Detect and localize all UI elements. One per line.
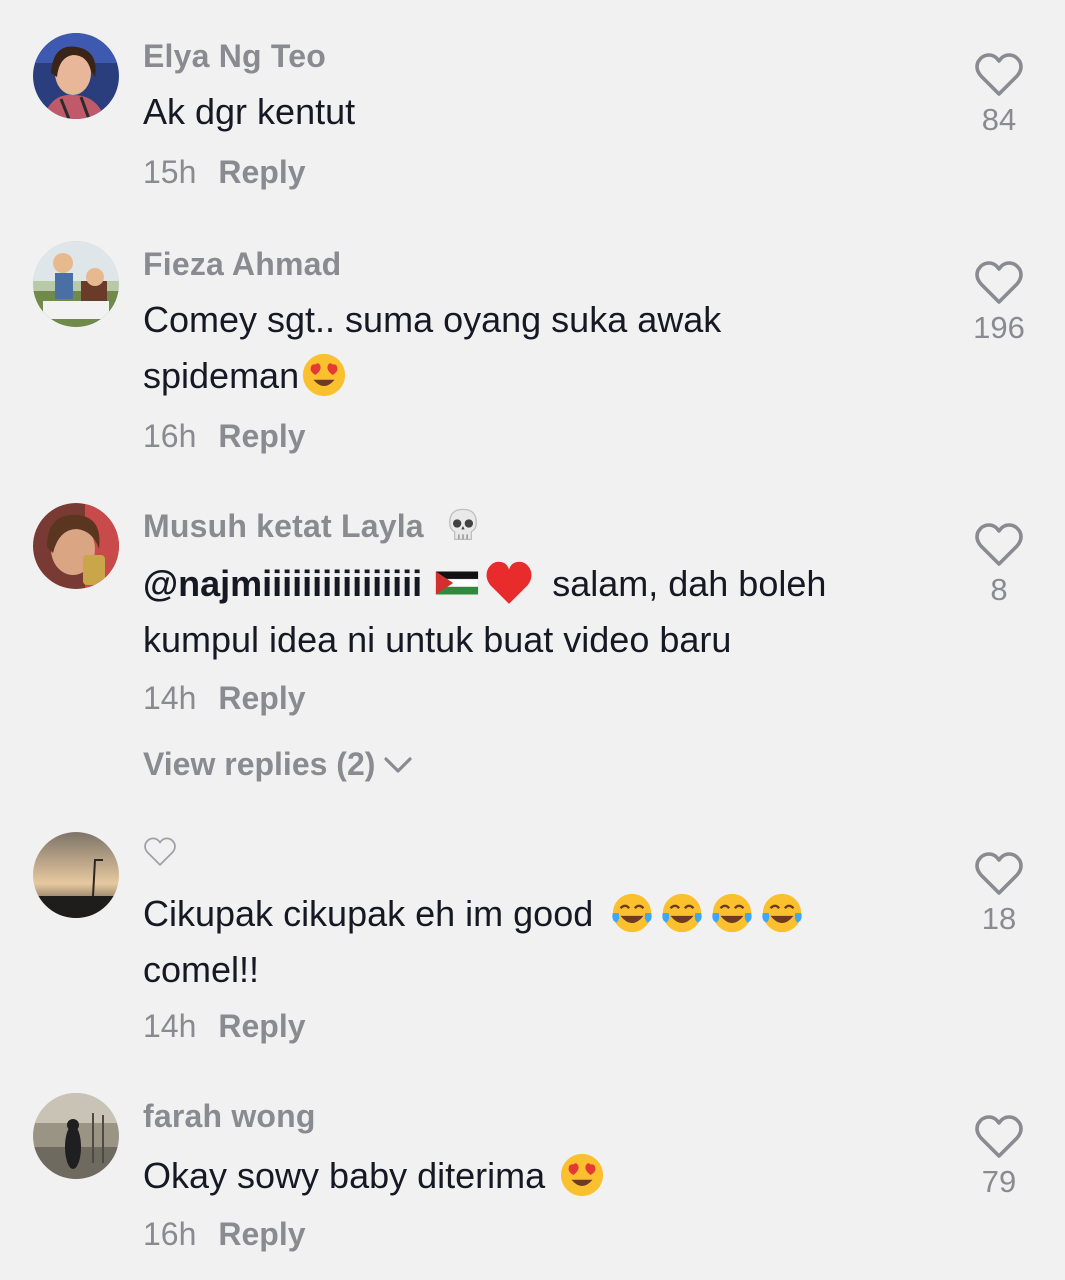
tears-of-joy-emoji	[762, 894, 802, 933]
like-count: 18	[981, 901, 1017, 936]
like-button[interactable]: 84	[958, 52, 1040, 138]
avatar[interactable]	[33, 1093, 119, 1179]
like-count: 8	[990, 572, 1008, 607]
comment-text-line: spideman	[143, 355, 300, 396]
tears-of-joy-emoji	[712, 894, 752, 933]
comment-username-text: Musuh ketat Layla	[143, 508, 424, 544]
chevron-down-icon	[384, 756, 413, 773]
comment-meta: 16h Reply	[143, 418, 306, 455]
comment-text-line: salam, dah boleh	[552, 563, 827, 604]
heart-icon[interactable]	[974, 52, 1024, 98]
comment-text-line: comel!!	[143, 949, 260, 990]
mention-link[interactable]: @najmiiiiiiiiiiiiiiii	[143, 563, 422, 604]
heart-icon[interactable]	[974, 1114, 1024, 1160]
heart-eyes-emoji	[561, 1154, 604, 1197]
comments-list: Elya Ng Teo Ak dgr kentut 15h Reply 84 Fi…	[0, 0, 1065, 1280]
comment-username[interactable]	[143, 836, 177, 876]
comment-username[interactable]: Musuh ketat Layla	[143, 508, 485, 549]
comment-time: 15h	[143, 154, 197, 190]
like-count: 79	[981, 1164, 1017, 1199]
like-count: 196	[973, 310, 1025, 345]
comment-meta: 15h Reply	[143, 154, 306, 191]
avatar[interactable]	[33, 503, 119, 589]
tears-of-joy-emoji	[662, 894, 702, 933]
like-button[interactable]: 8	[958, 522, 1040, 608]
comment-text: Comey sgt.. suma oyang suka awak spidema…	[143, 292, 923, 404]
comment-username[interactable]: Fieza Ahmad	[143, 246, 341, 283]
comment-text: Cikupak cikupak eh im good comel!!	[143, 886, 923, 998]
comment-text-line: Cikupak cikupak eh im good	[143, 893, 594, 934]
comment-text: @najmiiiiiiiiiiiiiiii salam, dah boleh k…	[143, 556, 923, 668]
outline-heart-icon	[144, 837, 176, 866]
like-count: 84	[981, 102, 1017, 137]
skull-emoji	[448, 508, 477, 540]
like-button[interactable]: 196	[958, 260, 1040, 346]
red-heart-emoji	[486, 562, 532, 605]
comment-time: 14h	[143, 1008, 197, 1044]
like-button[interactable]: 79	[958, 1114, 1040, 1200]
comment-username[interactable]: Elya Ng Teo	[143, 38, 326, 75]
comment-time: 16h	[143, 1216, 197, 1252]
heart-eyes-emoji	[303, 354, 346, 397]
comment-meta: 16h Reply	[143, 1216, 306, 1253]
avatar[interactable]	[33, 241, 119, 327]
reply-button[interactable]: Reply	[218, 680, 305, 716]
comment-time: 16h	[143, 418, 197, 454]
emoji-group	[607, 893, 807, 934]
reply-button[interactable]: Reply	[218, 1008, 305, 1044]
comment-text-line: kumpul idea ni untuk buat video baru	[143, 619, 732, 660]
avatar[interactable]	[33, 832, 119, 918]
comment-text: Ak dgr kentut	[143, 91, 356, 132]
view-replies-button[interactable]: View replies (2)	[143, 746, 413, 783]
comment-text-line: Okay sowy baby diterima	[143, 1155, 546, 1196]
palestine-flag-emoji	[435, 571, 479, 595]
comment-text-line: Comey sgt.. suma oyang suka awak	[143, 299, 722, 340]
reply-button[interactable]: Reply	[218, 154, 305, 190]
tears-of-joy-emoji	[612, 894, 652, 933]
comment-meta: 14h Reply	[143, 1008, 306, 1045]
comment-time: 14h	[143, 680, 197, 716]
like-button[interactable]: 18	[958, 851, 1040, 937]
comment-username[interactable]: farah wong	[143, 1098, 316, 1135]
heart-icon[interactable]	[974, 522, 1024, 568]
comment-meta: 14h Reply	[143, 680, 306, 717]
heart-icon[interactable]	[974, 260, 1024, 306]
reply-button[interactable]: Reply	[218, 418, 305, 454]
reply-button[interactable]: Reply	[218, 1216, 305, 1252]
heart-icon[interactable]	[974, 851, 1024, 897]
view-replies-label: View replies (2)	[143, 746, 376, 782]
avatar[interactable]	[33, 33, 119, 119]
comment-text: Okay sowy baby diterima	[143, 1148, 923, 1204]
